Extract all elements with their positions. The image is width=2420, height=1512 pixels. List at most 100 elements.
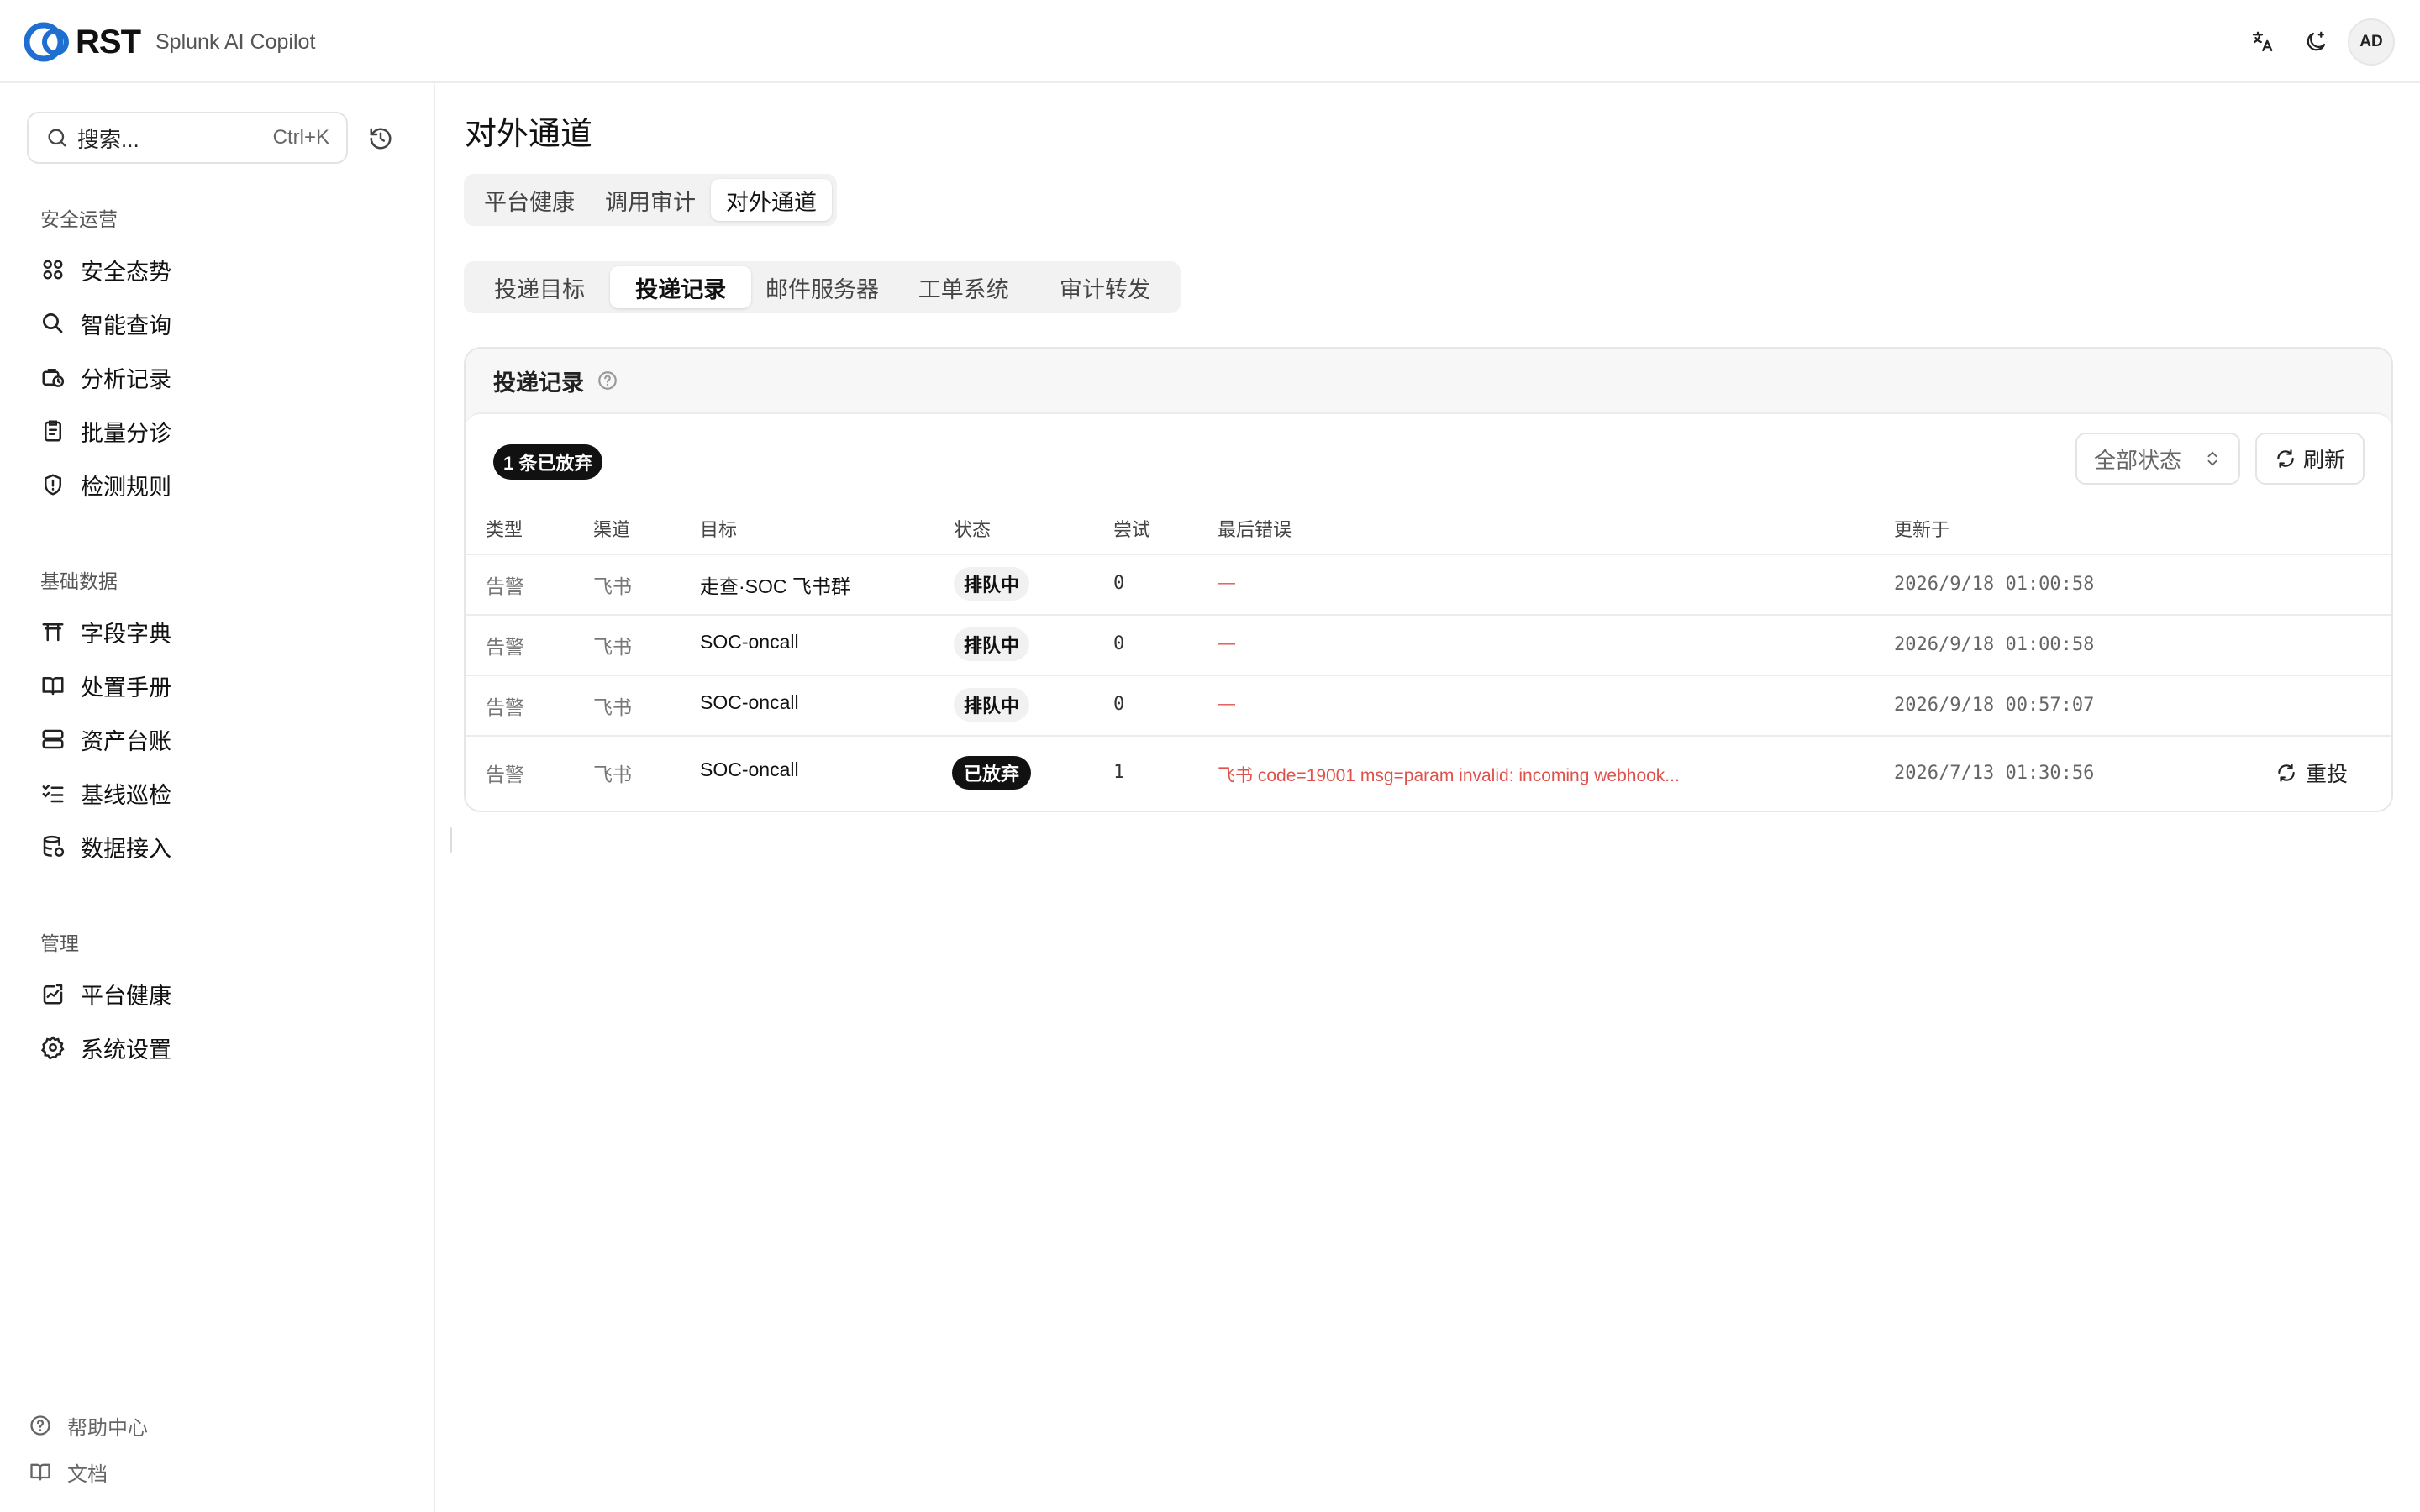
sidebar-item-label: 批量分诊 [81,420,171,446]
sidebar-item-label: 资产台账 [81,728,171,754]
cell-last-error: — [1218,633,1235,653]
torii-dictionary-icon [42,623,64,642]
row-divider [466,554,2391,555]
sidebar-item-label: 基线巡检 [81,782,171,808]
sidebar-item-label: 字段字典 [81,621,171,647]
abandoned-count-badge: 1 条已放弃 [493,444,603,480]
status-filter-select[interactable]: 全部状态 [2075,433,2240,485]
refresh-label: 刷新 [2302,449,2345,472]
subtab-delivery-targets[interactable]: 投递目标 [469,266,610,308]
cell-type: 告警 [486,764,524,785]
column-header-channel: 渠道 [593,519,631,540]
subtab-ticket-system[interactable]: 工单系统 [893,266,1034,308]
footer-label: 帮助中心 [67,1416,148,1440]
dashboard-grid-icon [43,260,63,280]
search-shortcut: Ctrl+K [272,126,329,149]
theme-toggle-button[interactable] [2292,18,2339,66]
sidebar-item-platform-health[interactable]: 平台健康 [39,974,171,1014]
cell-type: 告警 [486,636,524,658]
sidebar: 搜索... Ctrl+K 安全运营 安全态势 智能查询 分析记录 批量分诊 检测… [0,84,435,1512]
sidebar-item-label: 平台健康 [81,983,171,1009]
sidebar-item-asset-ledger[interactable]: 资产台账 [39,719,171,759]
cell-last-error: 飞书 code=19001 msg=param invalid: incomin… [1218,766,1680,785]
avatar[interactable]: AD [2348,18,2395,66]
sidebar-item-smart-query[interactable]: 智能查询 [39,303,171,344]
sidebar-item-label: 检测规则 [81,474,171,500]
sidebar-item-field-dictionary[interactable]: 字段字典 [39,612,171,652]
subtab-audit-forwarding[interactable]: 审计转发 [1034,266,1176,308]
column-header-updated: 更新于 [1894,519,1950,540]
history-icon [370,128,392,150]
cell-last-error: — [1218,694,1235,713]
clipboard-icon [45,420,61,442]
column-header-target: 目标 [700,519,738,540]
status-badge: 排队中 [954,567,1030,601]
refresh-icon [2278,764,2295,782]
card-title: 投递记录 [493,370,584,396]
sidebar-item-analysis-records[interactable]: 分析记录 [39,357,171,397]
sidebar-resize-handle[interactable] [450,827,452,853]
sidebar-item-detection-rules[interactable]: 检测规则 [39,465,171,505]
cell-last-error: — [1218,573,1235,592]
page-title: 对外通道 [465,117,593,152]
sidebar-item-batch-triage[interactable]: 批量分诊 [39,411,171,451]
cell-channel: 飞书 [593,696,632,718]
redeliver-label: 重投 [2306,763,2349,786]
sidebar-item-label: 系统设置 [81,1037,171,1063]
app-name: Splunk AI Copilot [155,29,316,54]
tab-call-audit[interactable]: 调用审计 [590,179,711,221]
help-circle-icon [598,371,617,390]
logo-icon [24,22,69,62]
cell-updated: 2026/9/18 00:57:07 [1894,695,2095,716]
cell-attempts: 0 [1113,573,1125,594]
sidebar-item-system-settings[interactable]: 系统设置 [39,1027,171,1068]
refresh-button[interactable]: 刷新 [2255,433,2365,485]
cell-channel: 飞书 [593,636,632,658]
cell-type: 告警 [486,696,524,718]
sidebar-item-label: 智能查询 [81,312,171,339]
list-check-icon [42,785,64,803]
server-icon [42,729,64,749]
sidebar-item-security-posture[interactable]: 安全态势 [39,249,171,290]
translate-button[interactable] [2238,18,2286,66]
sidebar-item-baseline-inspection[interactable]: 基线巡检 [39,773,171,813]
subtab-delivery-records[interactable]: 投递记录 [610,266,752,308]
footer-label: 文档 [67,1462,108,1486]
cell-target: SOC-oncall [700,691,799,713]
status-badge: 已放弃 [952,756,1032,790]
tab-platform-health[interactable]: 平台健康 [469,179,590,221]
search-placeholder: 搜索... [77,126,139,152]
cell-channel: 飞书 [593,764,632,785]
cell-target: SOC-oncall [700,759,799,780]
cell-type: 告警 [486,575,524,597]
briefcase-clock-icon [42,369,65,387]
gear-icon [40,1036,65,1060]
status-badge: 排队中 [954,688,1030,722]
sidebar-item-data-ingest[interactable]: 数据接入 [39,827,171,867]
translate-icon [2252,31,2273,52]
cell-attempts: 1 [1113,762,1125,783]
database-icon [43,835,65,857]
status-badge: 排队中 [954,627,1030,661]
subtab-mail-servers[interactable]: 邮件服务器 [751,266,892,308]
main-tabs: 平台健康 调用审计 对外通道 [464,174,837,226]
cell-updated: 2026/9/18 01:00:58 [1894,634,2095,655]
search-icon [48,129,66,147]
help-center-link[interactable]: 帮助中心 [27,1409,148,1442]
top-header: RST Splunk AI Copilot AD [0,0,2420,83]
docs-link[interactable]: 文档 [27,1455,108,1488]
row-divider [466,675,2391,676]
cell-attempts: 0 [1113,633,1125,654]
brand[interactable]: RST Splunk AI Copilot [22,18,315,66]
sidebar-item-playbook[interactable]: 处置手册 [39,665,171,706]
redeliver-button[interactable]: 重投 [2275,754,2348,791]
column-header-type: 类型 [486,519,523,540]
history-button[interactable] [365,123,397,155]
book-icon [30,1463,50,1481]
tab-external-channels[interactable]: 对外通道 [711,179,832,221]
search-input[interactable]: 搜索... Ctrl+K [27,112,348,164]
card-header: 投递记录 [466,349,2391,412]
nav-section-title: 管理 [40,932,79,954]
help-button[interactable] [596,369,619,392]
row-divider [466,614,2391,616]
